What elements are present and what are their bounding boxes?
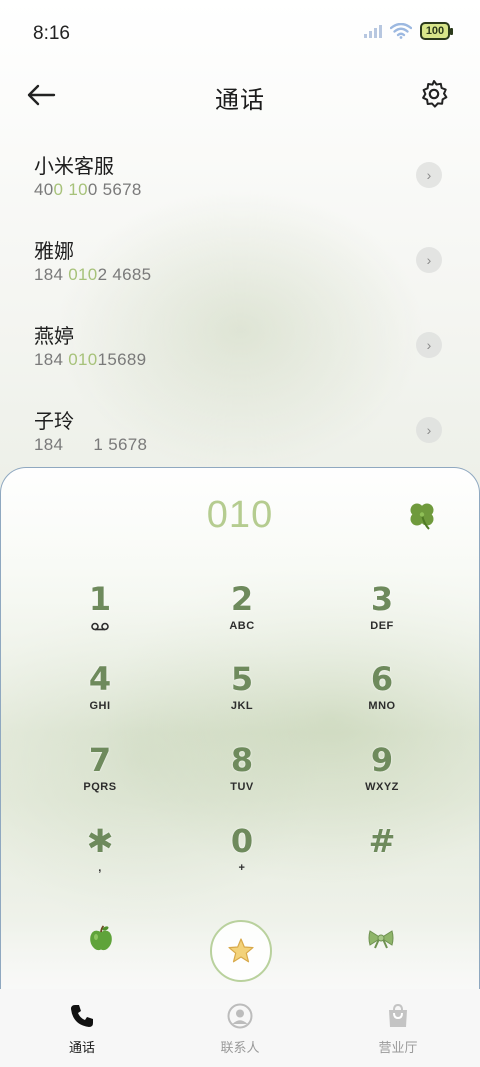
- dialpad-actions: [1, 908, 480, 988]
- key-2[interactable]: 2 ABC: [187, 580, 297, 650]
- dialpad-panel: 010 1 2 ABC 3 DEF 4 GHI 5 JKL 6 MNO 7 PQ…: [0, 467, 480, 997]
- key-letters: GHI: [89, 700, 111, 712]
- bow-icon[interactable]: [367, 926, 395, 950]
- key-digit: 9: [370, 741, 394, 779]
- key-hash[interactable]: #: [327, 822, 437, 892]
- key-digit: 4: [88, 660, 112, 698]
- key-5[interactable]: 5 JKL: [187, 660, 297, 730]
- tab-service-hall[interactable]: 营业厅: [348, 1003, 448, 1056]
- phone-icon: [71, 1005, 93, 1027]
- key-7[interactable]: 7 PQRS: [45, 741, 155, 811]
- key-digit: #: [368, 822, 396, 860]
- key-letters: ,: [98, 862, 102, 874]
- key-4[interactable]: 4 GHI: [45, 660, 155, 730]
- contact-person-icon: [227, 1003, 253, 1029]
- battery-icon: 100: [420, 22, 453, 40]
- wifi-icon: [390, 23, 412, 39]
- key-letters: ABC: [229, 620, 255, 632]
- settings-gear-icon[interactable]: [418, 78, 450, 110]
- key-letters: DEF: [370, 620, 394, 632]
- key-digit: 0: [230, 822, 254, 860]
- contact-number: 184 1 5678: [34, 435, 148, 454]
- header: 通话: [0, 70, 480, 120]
- key-digit: ✱: [86, 822, 114, 860]
- key-digit: 1: [88, 580, 112, 618]
- contact-name: 小米客服: [34, 156, 114, 178]
- contact-name: 子玲: [34, 411, 74, 433]
- page-title: 通话: [215, 87, 265, 114]
- key-letters: JKL: [230, 700, 254, 712]
- contact-number: 184 01015689: [34, 350, 147, 369]
- apple-icon[interactable]: [87, 924, 115, 952]
- key-digit: 3: [370, 580, 394, 618]
- key-digit: 2: [230, 580, 254, 618]
- clover-icon[interactable]: [405, 498, 439, 532]
- key-3[interactable]: 3 DEF: [327, 580, 437, 650]
- tab-label: 营业厅: [378, 1040, 418, 1055]
- key-letters: MNO: [368, 700, 396, 712]
- key-6[interactable]: 6 MNO: [327, 660, 437, 730]
- tab-calls[interactable]: 通话: [32, 1003, 132, 1056]
- tab-contacts[interactable]: 联系人: [190, 1003, 290, 1056]
- key-letters: WXYZ: [365, 781, 399, 793]
- key-letters: PQRS: [83, 781, 117, 793]
- bottom-tab-bar: 通话 联系人 营业厅: [0, 989, 480, 1067]
- key-8[interactable]: 8 TUV: [187, 741, 297, 811]
- contact-name: 雅娜: [34, 241, 74, 263]
- shopping-bag-icon: [389, 1003, 407, 1027]
- key-digit: 8: [230, 741, 254, 779]
- tab-label: 通话: [68, 1040, 95, 1055]
- key-letters: +: [238, 862, 246, 874]
- chevron-right-icon[interactable]: ›: [416, 332, 442, 358]
- contact-number: 184 0102 4685: [34, 265, 152, 284]
- list-item[interactable]: 燕婷 184 01015689 ›: [0, 310, 480, 395]
- chevron-right-icon[interactable]: ›: [416, 247, 442, 273]
- list-item[interactable]: 小米客服 400 100 5678 ›: [0, 140, 480, 225]
- call-button[interactable]: [210, 920, 272, 982]
- key-9[interactable]: 9 WXYZ: [327, 741, 437, 811]
- recent-contacts-list: 小米客服 400 100 5678 › 雅娜 184 0102 4685 › 燕…: [0, 140, 480, 480]
- contact-name: 燕婷: [34, 326, 74, 348]
- star-icon: [228, 938, 254, 963]
- tab-label: 联系人: [220, 1040, 260, 1055]
- list-item[interactable]: 雅娜 184 0102 4685 ›: [0, 225, 480, 310]
- voicemail-icon: [91, 622, 109, 631]
- contact-number: 400 100 5678: [34, 180, 142, 199]
- status-icons: 100: [364, 22, 453, 40]
- status-bar: 8:16 100: [0, 0, 480, 66]
- key-digit: 6: [370, 660, 394, 698]
- signal-icon: [364, 24, 382, 38]
- chevron-right-icon[interactable]: ›: [416, 162, 442, 188]
- key-letters: TUV: [230, 781, 254, 793]
- status-time: 8:16: [33, 23, 70, 44]
- key-0[interactable]: 0 +: [187, 822, 297, 892]
- key-digit: 5: [230, 660, 254, 698]
- key-1[interactable]: 1: [45, 580, 155, 650]
- chevron-right-icon[interactable]: ›: [416, 417, 442, 443]
- key-star[interactable]: ✱ ,: [45, 822, 155, 892]
- key-digit: 7: [88, 741, 112, 779]
